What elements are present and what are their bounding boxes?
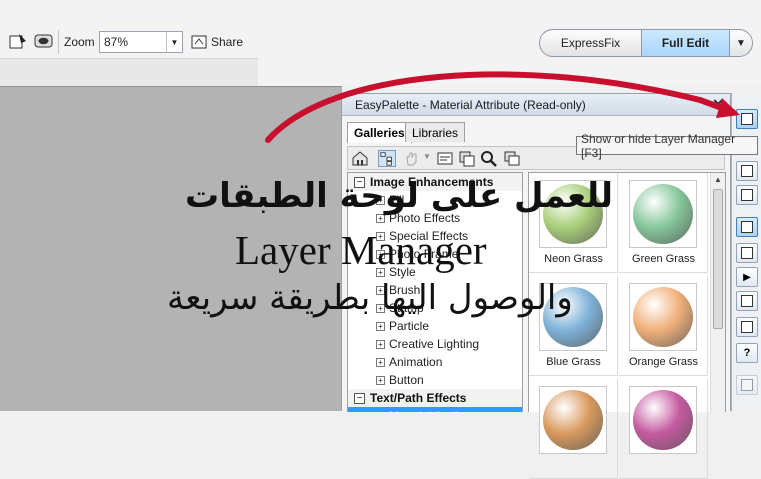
play-button[interactable]: ▶ [736, 267, 758, 287]
gallery-item[interactable]: Green Grass [619, 173, 708, 273]
easypalette-toggle-button[interactable] [736, 161, 758, 181]
easypalette-icon [741, 165, 753, 177]
tree-item-label: Creative Lighting [389, 337, 480, 351]
material-sphere [633, 390, 693, 450]
tree-item-label: Animation [389, 355, 443, 369]
expressfix-button[interactable]: ExpressFix [540, 30, 641, 56]
mode-menu-chevron-icon[interactable]: ▼ [730, 30, 752, 56]
document-icon [741, 247, 753, 259]
main-toolbar: Zoom 87% ▼ Share ExpressFix Full Edit ▼ [0, 0, 761, 86]
tree-item-label: Button [389, 373, 424, 387]
zoom-value[interactable]: 87% [104, 35, 128, 49]
annotation-arabic-line1: للعمل على لوحة الطبقات [185, 176, 614, 216]
full-edit-button[interactable]: Full Edit [641, 30, 730, 56]
gallery-item-label: Orange Grass [628, 356, 699, 368]
tab-libraries[interactable]: Libraries [405, 122, 466, 142]
search-icon[interactable] [480, 150, 498, 167]
share-button[interactable]: Share [191, 31, 243, 53]
layer-properties-icon [741, 189, 753, 201]
zoom-select[interactable]: 87% ▼ [99, 31, 183, 53]
tree-item[interactable]: + Animation [348, 353, 522, 371]
gallery-thumbnail[interactable] [539, 386, 607, 454]
tree-item-label: Particle [389, 319, 430, 333]
info-icon [741, 379, 753, 391]
scrollbar-thumb[interactable] [713, 189, 723, 329]
hand-dropdown-chevron-icon[interactable]: ▼ [423, 152, 431, 161]
gallery-thumbnail[interactable] [629, 180, 697, 248]
panel-toggle-button[interactable] [736, 217, 758, 237]
annotation-arabic-line2: والوصول اليها بطريقة سريعة [167, 278, 573, 318]
gallery-item-label: Neon Grass [544, 253, 603, 265]
toolbar-separator [58, 30, 59, 54]
gallery-item-label: Green Grass [632, 253, 695, 265]
gallery-item-label: Blue Grass [546, 356, 601, 368]
chevron-down-icon[interactable]: ▼ [166, 32, 182, 52]
mode-switcher: ExpressFix Full Edit ▼ [539, 29, 753, 57]
play-icon: ▶ [743, 271, 751, 283]
toolbar-lower-strip [0, 58, 258, 86]
tab-galleries[interactable]: Galleries [347, 122, 412, 143]
collapse-icon[interactable]: − [354, 392, 365, 404]
scroll-up-icon[interactable]: ▲ [711, 173, 725, 187]
gallery-thumbnail[interactable] [629, 386, 697, 454]
material-sphere [543, 390, 603, 450]
tree-item[interactable]: + Creative Lighting [348, 335, 522, 353]
red-eye-icon[interactable] [33, 31, 55, 51]
properties-icon[interactable] [436, 150, 454, 167]
expand-icon[interactable]: + [376, 375, 385, 385]
quick-selection-icon[interactable] [7, 31, 29, 51]
zoom-label: Zoom [64, 35, 95, 49]
layer-manager-icon [741, 113, 753, 125]
annotation-english-line: Layer Manager [235, 227, 487, 273]
tree-group[interactable]: − Text/Path Effects [348, 389, 522, 407]
home-icon[interactable] [351, 150, 369, 167]
hand-icon[interactable] [403, 150, 421, 167]
info-button[interactable] [736, 375, 758, 395]
gallery-scrollbar[interactable]: ▲ [710, 173, 725, 413]
histogram-icon [741, 321, 753, 333]
quick-command-button[interactable] [736, 291, 758, 311]
expand-icon[interactable]: + [376, 411, 385, 412]
gallery-item[interactable]: Orange Grass [619, 276, 708, 376]
expand-icon[interactable]: + [376, 357, 385, 367]
close-icon[interactable]: ✕ [712, 96, 724, 113]
gallery-thumbnail[interactable] [629, 283, 697, 351]
material-sphere [633, 184, 693, 244]
palette-title: EasyPalette - Material Attribute (Read-o… [355, 98, 586, 112]
tree-item[interactable]: + Button [348, 371, 522, 389]
tree-item-label: Text/Path Effects [370, 391, 467, 405]
gallery-item[interactable] [529, 379, 618, 479]
help-button[interactable]: ? [736, 343, 758, 363]
layer-properties-button[interactable] [736, 185, 758, 205]
layer-manager-toggle-button[interactable] [736, 109, 758, 129]
tree-view-icon[interactable] [378, 150, 396, 167]
gallery-item[interactable] [619, 379, 708, 479]
apply-icon[interactable] [458, 150, 476, 167]
layer-manager-tooltip: Show or hide Layer Manager [F3] [576, 132, 758, 160]
tree-item[interactable]: + Particle [348, 317, 522, 335]
layers-icon[interactable] [503, 150, 521, 167]
document-toggle-button[interactable] [736, 243, 758, 263]
panel-icon [741, 221, 753, 233]
expand-icon[interactable]: + [376, 339, 385, 349]
histogram-button[interactable] [736, 317, 758, 337]
share-label: Share [211, 35, 244, 49]
expand-icon[interactable]: + [376, 321, 385, 331]
palette-title-bar[interactable]: EasyPalette - Material Attribute (Read-o… [342, 94, 730, 116]
tree-item[interactable]: +Material Attribute [348, 407, 522, 412]
material-sphere [633, 287, 693, 347]
quick-command-icon [741, 295, 753, 307]
help-icon: ? [743, 347, 751, 359]
share-icon [191, 35, 207, 49]
